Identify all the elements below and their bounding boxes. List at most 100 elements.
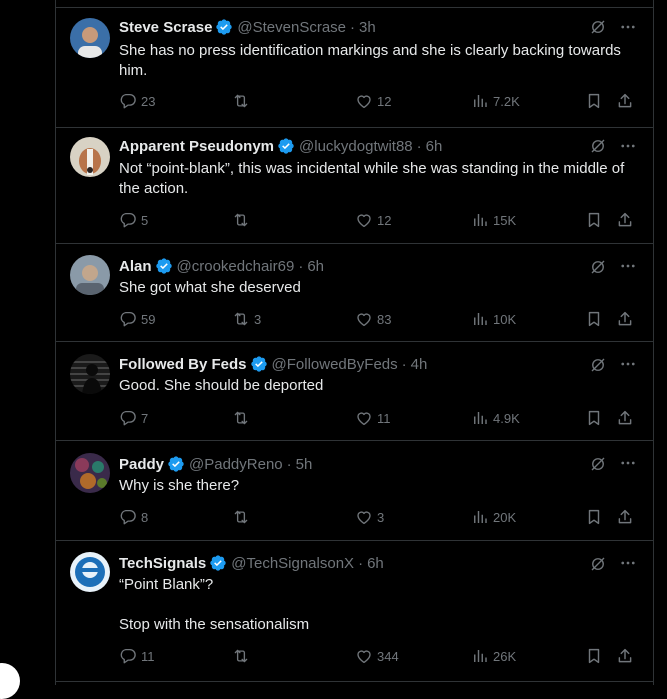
- separator-dot: ·: [358, 554, 364, 572]
- share-button[interactable]: [616, 647, 638, 665]
- share-icon: [616, 647, 634, 665]
- reply-button[interactable]: 5: [119, 211, 148, 229]
- grok-icon[interactable]: [589, 137, 607, 155]
- avatar[interactable]: [70, 137, 110, 177]
- like-button[interactable]: 12: [355, 211, 391, 229]
- like-button[interactable]: 3: [355, 508, 384, 526]
- retweet-button[interactable]: 3: [232, 310, 261, 328]
- share-icon: [616, 92, 634, 110]
- views-button[interactable]: 4.9K: [471, 409, 520, 427]
- reply-tweet[interactable]: TechSignals @TechSignalsonX · 6h “Point …: [56, 540, 653, 682]
- user-handle[interactable]: @luckydogtwit88: [299, 138, 413, 155]
- reply-button[interactable]: 11: [119, 647, 155, 665]
- reply-button[interactable]: 23: [119, 92, 155, 110]
- timestamp[interactable]: 4h: [411, 356, 428, 373]
- reply-tweet[interactable]: Paddy @PaddyReno · 5h Why is she there? …: [56, 440, 653, 541]
- reply-tweet[interactable]: Alan @crookedchair69 · 6h She got what s…: [56, 243, 653, 342]
- display-name[interactable]: Alan: [119, 258, 152, 275]
- avatar[interactable]: [70, 354, 110, 394]
- views-button[interactable]: 20K: [471, 508, 516, 526]
- reply-tweet[interactable]: Steve Scrase @StevenScrase · 3h She has …: [56, 8, 653, 128]
- user-handle[interactable]: @PaddyReno: [189, 456, 283, 473]
- like-button[interactable]: 344: [355, 647, 399, 665]
- retweet-button[interactable]: [232, 211, 254, 229]
- share-button[interactable]: [616, 92, 638, 110]
- reply-tweet[interactable]: Apparent Pseudonym @luckydogtwit88 · 6h …: [56, 127, 653, 244]
- bookmark-icon: [585, 647, 603, 665]
- avatar[interactable]: [70, 552, 110, 592]
- views-button[interactable]: 7.2K: [471, 92, 520, 110]
- bookmark-button[interactable]: [585, 409, 607, 427]
- display-name[interactable]: Apparent Pseudonym: [119, 138, 274, 155]
- timestamp[interactable]: 6h: [307, 258, 324, 275]
- grok-icon[interactable]: [589, 18, 607, 36]
- more-options-icon[interactable]: [619, 18, 637, 36]
- more-options-icon[interactable]: [619, 454, 637, 472]
- verified-badge-icon: [250, 355, 268, 373]
- reply-button[interactable]: 7: [119, 409, 148, 427]
- grok-icon[interactable]: [589, 258, 607, 276]
- tweet-text: Why is she there?: [119, 477, 240, 494]
- share-button[interactable]: [616, 310, 638, 328]
- share-button[interactable]: [616, 211, 638, 229]
- share-icon: [616, 508, 634, 526]
- bookmark-button[interactable]: [585, 211, 607, 229]
- verified-badge-icon: [277, 137, 295, 155]
- views-button[interactable]: 10K: [471, 310, 516, 328]
- user-handle[interactable]: @StevenScrase: [237, 19, 346, 36]
- bookmark-icon: [585, 409, 603, 427]
- avatar[interactable]: [70, 453, 110, 493]
- display-name[interactable]: Paddy: [119, 456, 164, 473]
- separator-dot: ·: [416, 137, 422, 155]
- user-handle[interactable]: @FollowedByFeds: [272, 356, 398, 373]
- tweet-text: Good. She should be deported: [119, 377, 324, 394]
- reply-tweet[interactable]: Followed By Feds @FollowedByFeds · 4h Go…: [56, 341, 653, 441]
- bookmark-button[interactable]: [585, 310, 607, 328]
- display-name[interactable]: Followed By Feds: [119, 356, 247, 373]
- timestamp[interactable]: 6h: [426, 138, 443, 155]
- grok-icon[interactable]: [589, 455, 607, 473]
- heart-icon: [355, 211, 373, 229]
- display-name[interactable]: Steve Scrase: [119, 19, 212, 36]
- like-button[interactable]: 83: [355, 310, 391, 328]
- share-icon: [616, 409, 634, 427]
- share-button[interactable]: [616, 508, 638, 526]
- views-button[interactable]: 26K: [471, 647, 516, 665]
- avatar[interactable]: [70, 255, 110, 295]
- avatar[interactable]: [70, 18, 110, 58]
- retweet-icon: [232, 409, 250, 427]
- grok-icon[interactable]: [589, 555, 607, 573]
- bookmark-button[interactable]: [585, 508, 607, 526]
- views-button[interactable]: 15K: [471, 211, 516, 229]
- action-bar: 11 344 26K: [119, 647, 639, 667]
- retweet-button[interactable]: [232, 92, 254, 110]
- retweet-button[interactable]: [232, 409, 254, 427]
- retweet-button[interactable]: [232, 508, 254, 526]
- timestamp[interactable]: 5h: [296, 456, 313, 473]
- bookmark-button[interactable]: [585, 92, 607, 110]
- timestamp[interactable]: 3h: [359, 19, 376, 36]
- share-button[interactable]: [616, 409, 638, 427]
- like-button[interactable]: 11: [355, 409, 391, 427]
- reply-button[interactable]: 8: [119, 508, 148, 526]
- more-options-icon[interactable]: [619, 137, 637, 155]
- user-handle[interactable]: @TechSignalsonX: [231, 555, 354, 572]
- timestamp[interactable]: 6h: [367, 555, 384, 572]
- reply-button[interactable]: 59: [119, 310, 155, 328]
- retweet-button[interactable]: [232, 647, 254, 665]
- user-handle[interactable]: @crookedchair69: [177, 258, 295, 275]
- tweet-text-line-1: “Point Blank”?: [119, 576, 214, 593]
- display-name[interactable]: TechSignals: [119, 555, 206, 572]
- grok-icon[interactable]: [589, 356, 607, 374]
- more-options-icon[interactable]: [619, 554, 637, 572]
- view-count: 4.9K: [493, 410, 520, 426]
- like-count: 12: [377, 93, 392, 109]
- action-bar: 5 12 15K: [119, 211, 639, 231]
- floating-action-button[interactable]: [0, 663, 20, 699]
- more-options-icon[interactable]: [619, 257, 637, 275]
- more-options-icon[interactable]: [619, 355, 637, 373]
- like-button[interactable]: 12: [355, 92, 391, 110]
- tweet-text-line-2: Stop with the sensationalism: [119, 616, 310, 633]
- bookmark-button[interactable]: [585, 647, 607, 665]
- verified-badge-icon: [215, 18, 233, 36]
